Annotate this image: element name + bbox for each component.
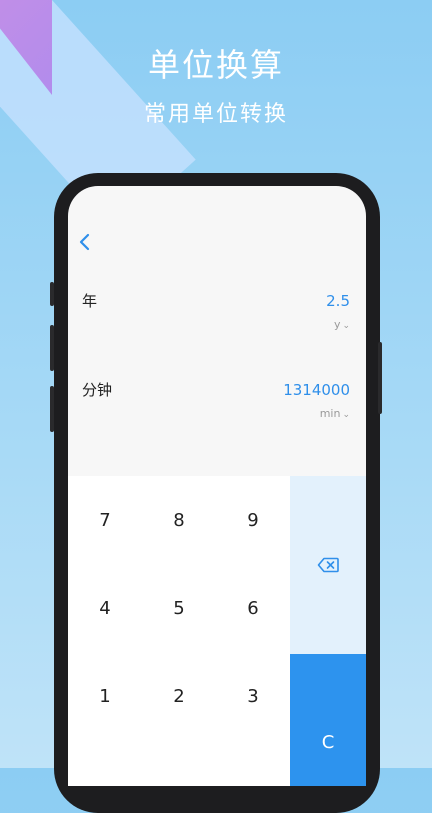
key-6[interactable]: 6: [216, 564, 290, 652]
unit-row-from[interactable]: 年 2.5 y ⌄: [68, 290, 366, 350]
unit-row-to[interactable]: 分钟 1314000 min ⌄: [68, 379, 366, 439]
app-screen: 年 2.5 y ⌄ 分钟 1314000 min ⌄ 7 8 9 4 5 6 1 2…: [68, 186, 366, 786]
clear-button[interactable]: C: [290, 654, 366, 786]
chevron-down-icon: ⌄: [342, 410, 350, 420]
key-5[interactable]: 5: [142, 564, 216, 652]
unit-value[interactable]: 2.5: [326, 292, 350, 310]
key-3[interactable]: 3: [216, 652, 290, 740]
unit-symbol: min: [319, 407, 341, 420]
backspace-icon: [317, 557, 339, 573]
delete-button[interactable]: [290, 476, 366, 654]
key-2[interactable]: 2: [142, 652, 216, 740]
key-8[interactable]: 8: [142, 476, 216, 564]
unit-label: 分钟: [82, 381, 113, 399]
key-9[interactable]: 9: [216, 476, 290, 564]
phone-side-button: [50, 386, 54, 432]
key-1[interactable]: 1: [68, 652, 142, 740]
unit-selector[interactable]: min ⌄: [320, 407, 350, 420]
clear-label: C: [321, 732, 335, 753]
phone-side-button: [378, 342, 382, 414]
chevron-left-icon: [79, 233, 90, 251]
unit-selector[interactable]: y ⌄: [334, 318, 350, 331]
phone-side-button: [50, 325, 54, 371]
keypad-side-column: C: [290, 476, 366, 786]
chevron-down-icon: ⌄: [342, 321, 350, 331]
unit-symbol: y: [333, 318, 341, 331]
key-4[interactable]: 4: [68, 564, 142, 652]
hero-subtitle: 常用单位转换: [143, 102, 288, 127]
unit-label: 年: [82, 292, 98, 310]
back-button[interactable]: [78, 232, 98, 256]
unit-value[interactable]: 1314000: [283, 381, 350, 399]
key-7[interactable]: 7: [68, 476, 142, 564]
hero-title: 单位换算: [147, 46, 284, 84]
phone-side-button: [50, 282, 54, 306]
